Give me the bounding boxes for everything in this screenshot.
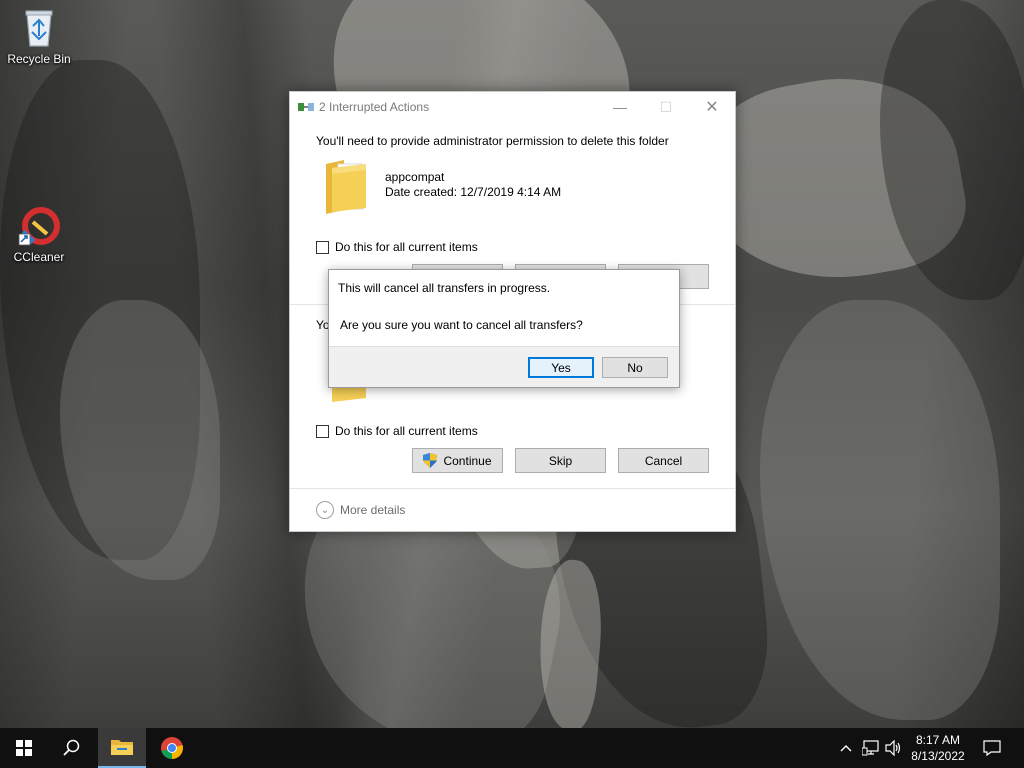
cancel-label: Cancel [644,453,683,468]
action-center-button[interactable] [980,728,1004,768]
file-transfer-icon [298,101,314,113]
clock-date: 8/13/2022 [911,749,965,763]
clock-time: 8:17 AM [915,733,961,747]
more-details-toggle[interactable]: ⌄ More details [316,501,405,519]
network-icon [862,740,879,756]
checkbox-label: Do this for all current items [335,240,478,254]
maximize-button[interactable]: ☐ [643,92,689,122]
chrome-taskbar-button[interactable] [148,728,196,768]
file-explorer-icon [111,740,133,755]
notification-icon [983,740,1001,756]
speaker-icon [885,740,901,756]
skip-button[interactable]: Skip [515,448,606,473]
title-bar[interactable]: 2 Interrupted Actions — ☐ ✕ [290,92,735,122]
network-tray-button[interactable] [861,728,881,768]
system-clock[interactable]: 8:17 AM 8/13/2022 [902,732,974,764]
recycle-bin-label: Recycle Bin [7,52,71,66]
continue-label: Continue [443,453,492,468]
no-button[interactable]: No [602,357,668,378]
apply-all-checkbox-2[interactable]: Do this for all current items [316,424,478,438]
cancel-button[interactable]: Cancel [618,448,709,473]
folder-icon [324,158,368,214]
recycle-bin-icon [17,6,61,50]
dialog-footer: Yes No [329,346,679,387]
checkbox-box[interactable] [316,424,329,438]
search-icon [63,739,80,756]
ccleaner-label: CCleaner [13,250,65,264]
admin-permission-message: You'll need to provide administrator per… [316,134,669,148]
cancel-info-text: This will cancel all transfers in progre… [338,281,551,295]
ccleaner-icon [17,204,61,248]
checkbox-label: Do this for all current items [335,424,478,438]
uac-shield-icon [423,453,438,468]
chevron-up-icon [840,745,852,752]
minimize-button[interactable]: — [597,92,643,122]
file-info: appcompat Date created: 12/7/2019 4:14 A… [324,158,562,214]
file-name: appcompat [385,170,445,184]
more-details-label: More details [340,503,406,517]
start-button[interactable] [0,728,48,768]
search-button[interactable] [48,728,96,768]
windows-logo-icon [16,740,32,756]
checkbox-box[interactable] [316,240,329,254]
file-explorer-taskbar-button[interactable] [98,728,146,768]
yes-button[interactable]: Yes [528,357,594,378]
close-button[interactable]: ✕ [689,92,735,122]
chevron-down-icon: ⌄ [316,501,334,519]
file-date-created: Date created: 12/7/2019 4:14 AM [385,185,562,199]
volume-tray-button[interactable] [884,728,904,768]
continue-button[interactable]: Continue [412,448,503,473]
cancel-question-text: Are you sure you want to cancel all tran… [340,318,583,332]
details-divider [290,488,735,489]
ccleaner-desktop-icon[interactable]: CCleaner [1,204,77,264]
recycle-bin-desktop-icon[interactable]: Recycle Bin [1,6,77,66]
taskbar: 8:17 AM 8/13/2022 [0,728,1024,768]
chrome-icon [161,737,183,759]
apply-all-checkbox-1[interactable]: Do this for all current items [316,240,478,254]
show-hidden-icons-button[interactable] [838,728,854,768]
cancel-transfers-dialog: This will cancel all transfers in progre… [328,269,680,388]
skip-label: Skip [548,453,573,468]
window-title: 2 Interrupted Actions [319,100,430,114]
